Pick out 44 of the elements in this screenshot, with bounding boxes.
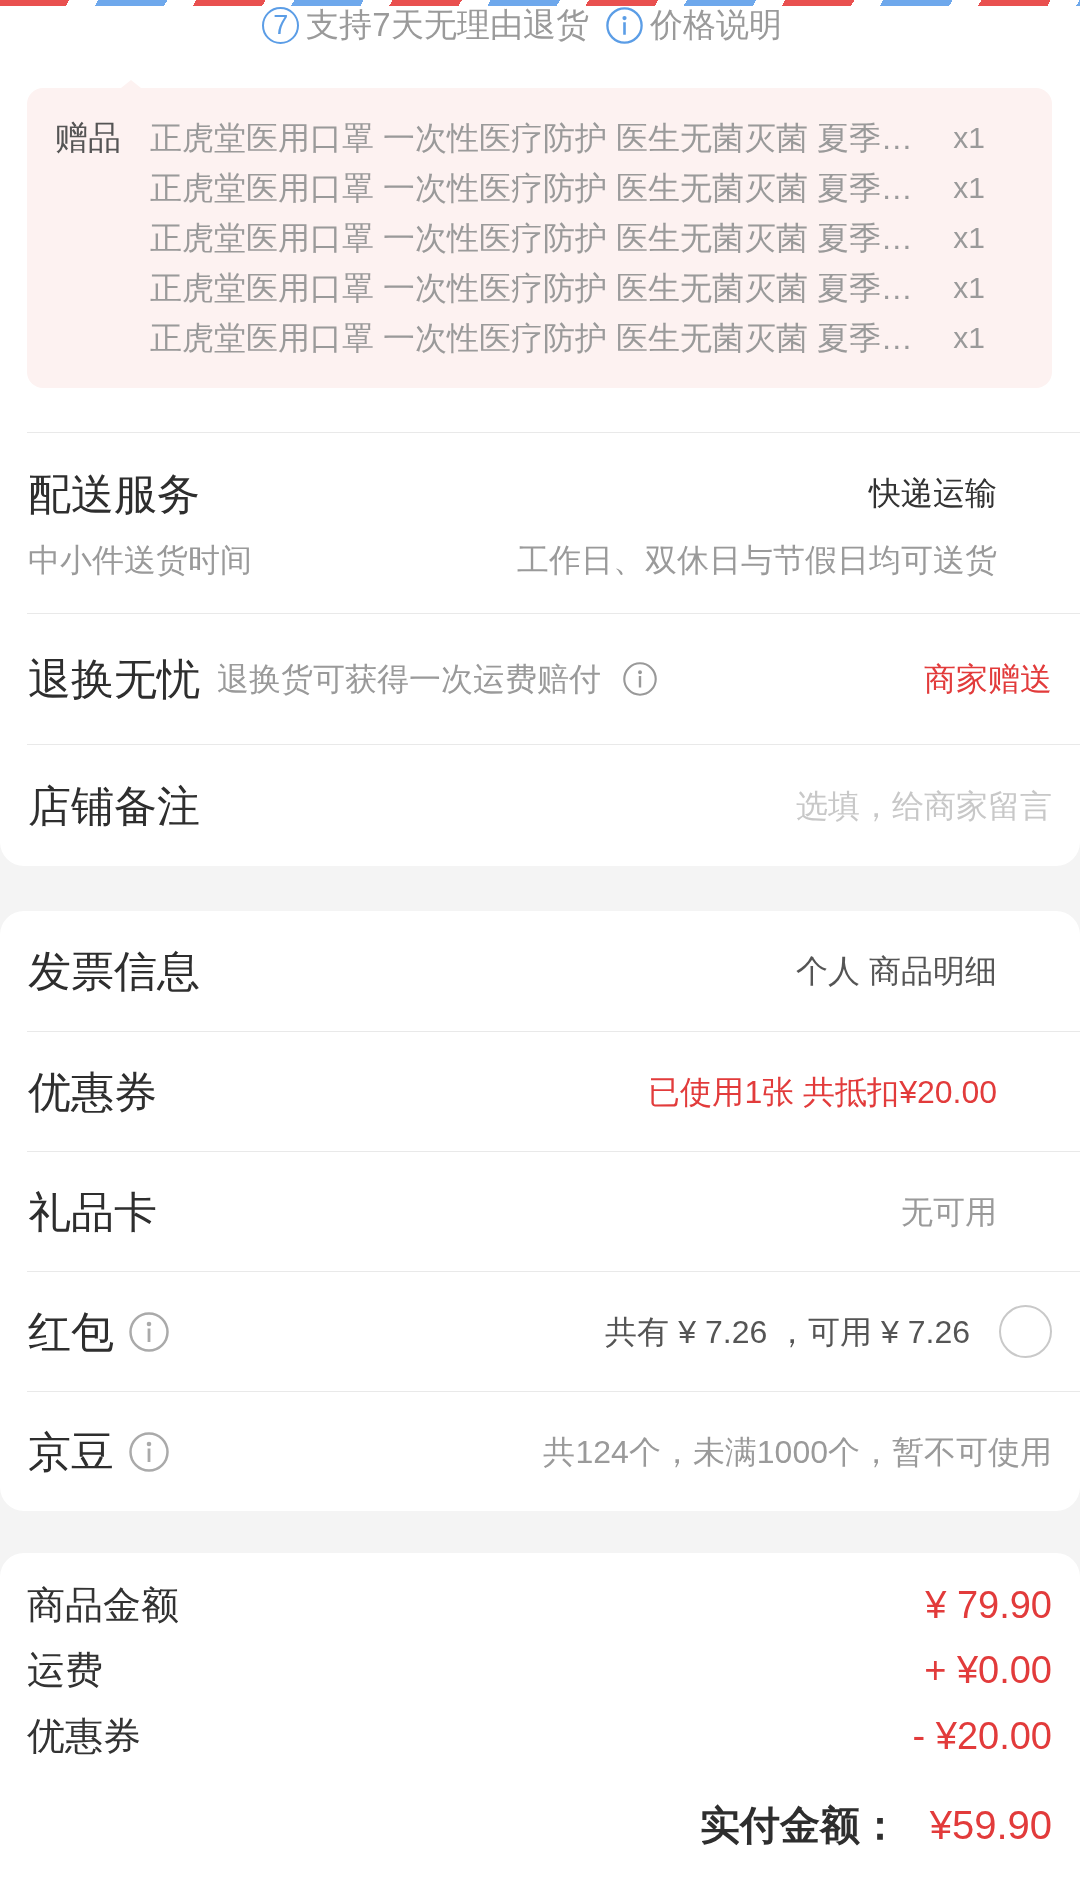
day-count-badge: 7 [262,6,300,44]
gift-quantity: x1 [953,270,985,306]
gift-quantity: x1 [953,170,985,206]
summary-label: 优惠券 [27,1713,141,1759]
gift-quantity: x1 [953,120,985,156]
row-title: 礼品卡 [28,1186,157,1238]
row-value: 商家赠送 [924,660,1052,699]
summary-label: 商品金额 [27,1582,179,1628]
info-icon[interactable] [623,662,657,696]
row-title: 京豆 [28,1426,114,1478]
gift-item-name: 正虎堂医用口罩 一次性医疗防护 医生无菌灭菌 夏季… [150,269,913,308]
row-title: 红包 [28,1306,114,1358]
summary-label: 运费 [27,1648,103,1694]
row-value: 无可用 [901,1192,997,1232]
gift-item-name: 正虎堂医用口罩 一次性医疗防护 医生无菌灭菌 夏季… [150,319,913,358]
row-value: 共有 ¥ 7.26 ，可用 ¥ 7.26 [605,1312,970,1352]
summary-amount: + ¥0.00 [924,1648,1052,1694]
gift-item-name: 正虎堂医用口罩 一次性医疗防护 医生无菌灭菌 夏季… [150,119,913,158]
policy-link[interactable]: 支持7天无理由退货 [306,6,589,44]
row-value: 共124个，未满1000个，暂不可使用 [543,1432,1052,1472]
row-value: 已使用1张 共抵扣¥20.00 [648,1072,997,1112]
gift-quantity: x1 [953,220,985,256]
row-title: 发票信息 [28,946,200,997]
total-amount: ¥59.90 [929,1801,1052,1849]
gift-quantity: x1 [953,320,985,356]
total-label: 实付金额： [699,1801,900,1849]
row-value: 快递运输 [869,474,997,513]
gift-label: 赠品 [55,118,122,158]
policy-link[interactable]: 价格说明 [649,6,782,44]
info-icon[interactable] [129,1311,169,1352]
row-subtitle: 中小件送货时间 [28,541,252,580]
row-description: 退换货可获得一次运费赔付 [217,660,601,699]
row-subvalue: 工作日、双休日与节假日均可送货 [517,541,997,580]
row-title: 店铺备注 [28,780,200,832]
row-title: 配送服务 [28,469,200,520]
radio-button[interactable] [999,1305,1052,1358]
row-value: 个人 商品明细 [796,952,997,991]
row-title: 退换无忧 [28,654,200,705]
gift-item-name: 正虎堂医用口罩 一次性医疗防护 医生无菌灭菌 夏季… [150,169,913,208]
summary-amount: ¥ 79.90 [925,1582,1052,1628]
info-icon [605,6,643,44]
gift-item-name: 正虎堂医用口罩 一次性医疗防护 医生无菌灭菌 夏季… [150,219,913,258]
row-title: 优惠券 [28,1066,157,1118]
summary-amount: - ¥20.00 [912,1713,1052,1759]
